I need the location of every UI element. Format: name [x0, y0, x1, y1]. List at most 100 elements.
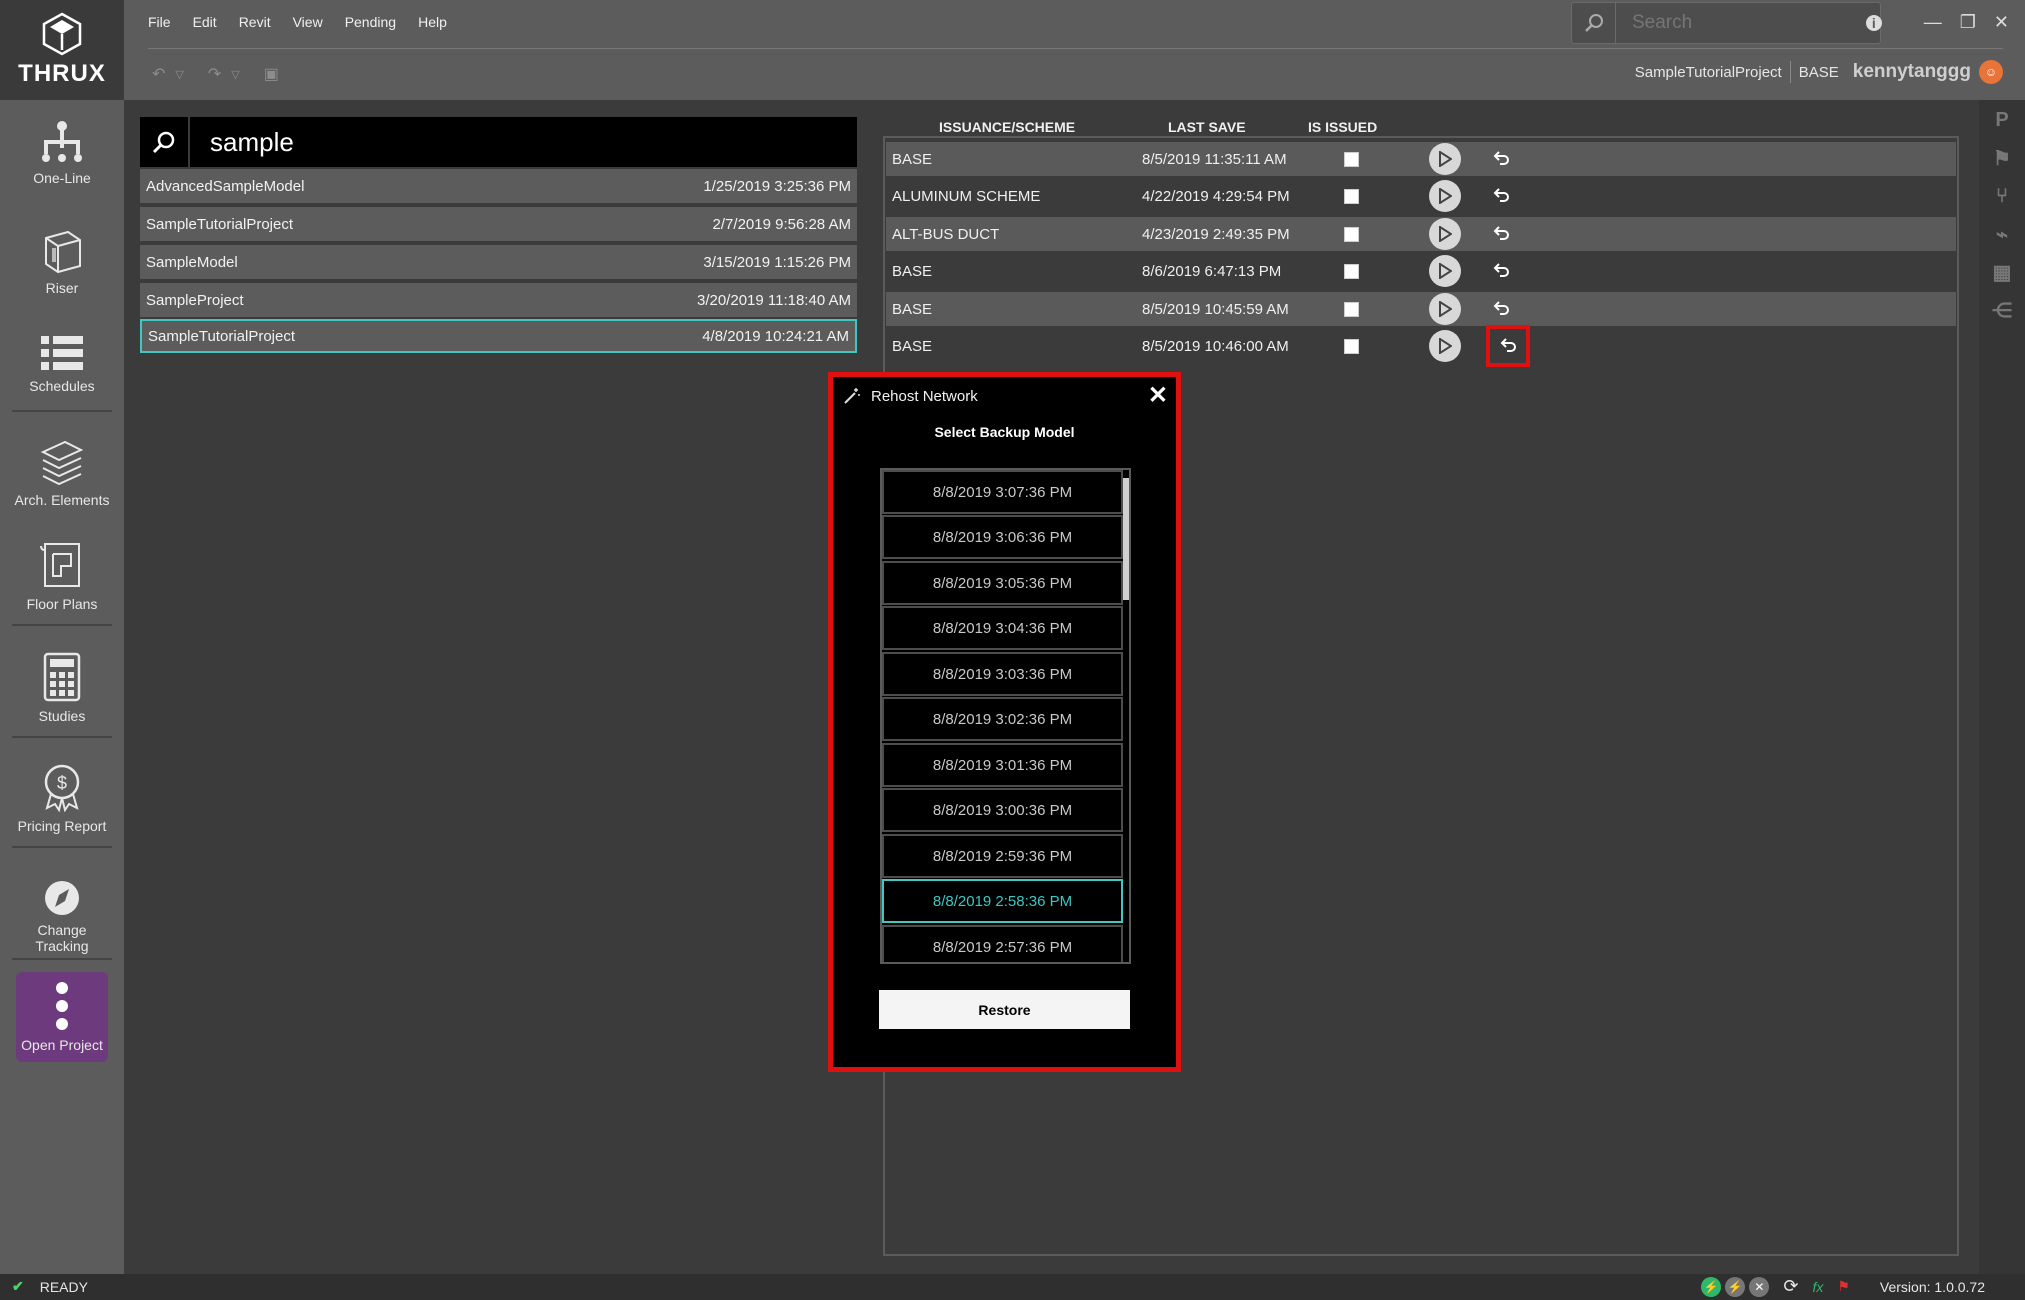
nav-change-tracking[interactable]: Change Tracking — [0, 880, 124, 954]
play-icon[interactable] — [1429, 143, 1461, 175]
close-window-icon[interactable]: ✕ — [1994, 12, 2009, 33]
restore-backup-icon[interactable] — [1490, 185, 1512, 207]
share-icon[interactable]: ⋲ — [1990, 298, 2014, 322]
issuance-row[interactable]: ALT-BUS DUCT 4/23/2019 2:49:35 PM — [886, 217, 1956, 251]
minimize-icon[interactable]: — — [1924, 12, 1942, 33]
more-vertical-icon — [56, 982, 68, 1030]
nav-floor-plans[interactable]: Floor Plans — [0, 540, 124, 612]
restore-button[interactable]: Restore — [879, 990, 1130, 1029]
backup-item[interactable]: 8/8/2019 3:04:36 PM — [882, 606, 1123, 650]
no-signal-icon[interactable]: ⌁ — [1990, 222, 2014, 246]
nav-one-line[interactable]: One-Line — [0, 120, 124, 186]
nav-pricing-report[interactable]: $ Pricing Report — [0, 762, 124, 834]
grid-icon[interactable]: ▦ — [1990, 260, 2014, 284]
disconnect-icon[interactable]: ✕ — [1749, 1276, 1770, 1297]
restore-backup-icon[interactable] — [1490, 260, 1512, 282]
project-result-row[interactable]: SampleTutorialProject 2/7/2019 9:56:28 A… — [140, 207, 857, 241]
search-input[interactable] — [1616, 12, 1866, 34]
save-icon[interactable]: ▣ — [264, 64, 279, 84]
p-icon[interactable]: P — [1990, 108, 2014, 132]
backup-list-scrollbar[interactable] — [1123, 478, 1129, 600]
menu-view[interactable]: View — [293, 14, 323, 30]
sidebar-divider — [12, 410, 112, 412]
header-last-save[interactable]: LAST SAVE — [1168, 119, 1246, 135]
nav-label: Change Tracking — [35, 922, 89, 954]
scheme-name: BASE — [892, 337, 933, 355]
username[interactable]: kennytanggg — [1853, 61, 1971, 83]
sync-icon[interactable]: ⟳ — [1783, 1276, 1798, 1297]
lightning-on-icon[interactable]: ⚡ — [1701, 1276, 1722, 1297]
nav-arch-elements[interactable]: Arch. Elements — [0, 438, 124, 508]
is-issued-checkbox[interactable] — [1344, 151, 1359, 167]
backup-item[interactable]: 8/8/2019 3:05:36 PM — [882, 561, 1123, 605]
project-result-row[interactable]: SampleProject 3/20/2019 11:18:40 AM — [140, 283, 857, 317]
project-result-row[interactable]: AdvancedSampleModel 1/25/2019 3:25:36 PM — [140, 169, 857, 203]
lightning-off-icon[interactable]: ⚡ — [1725, 1276, 1746, 1297]
restore-backup-icon[interactable] — [1490, 148, 1512, 170]
undo-dropdown-icon[interactable]: ▽ — [175, 68, 183, 84]
is-issued-checkbox[interactable] — [1344, 338, 1359, 354]
menu-file[interactable]: File — [148, 14, 171, 30]
restore-backup-icon[interactable] — [1490, 223, 1512, 245]
is-issued-checkbox[interactable] — [1344, 263, 1359, 279]
branch-icon[interactable]: ⑂ — [1990, 184, 2014, 208]
project-name: SampleTutorialProject — [146, 215, 294, 233]
user-avatar-icon[interactable]: ☺ — [1979, 60, 2003, 84]
project-info-divider — [1789, 61, 1791, 83]
undo-icon[interactable]: ↶ — [152, 64, 165, 84]
formula-icon[interactable]: fx — [1812, 1279, 1823, 1295]
backup-item[interactable]: 8/8/2019 3:01:36 PM — [882, 743, 1123, 787]
info-icon[interactable]: i — [1865, 14, 1882, 31]
nav-studies[interactable]: Studies — [0, 652, 124, 724]
play-icon[interactable] — [1429, 293, 1461, 325]
nav-open-project[interactable]: Open Project — [16, 972, 108, 1062]
is-issued-checkbox[interactable] — [1344, 188, 1359, 204]
floor-plan-icon — [40, 543, 80, 587]
nav-label: Studies — [38, 708, 86, 724]
backup-item-selected[interactable]: 8/8/2019 2:58:36 PM — [882, 879, 1123, 923]
backup-item[interactable]: 8/8/2019 2:57:36 PM — [882, 925, 1123, 962]
nav-schedules[interactable]: Schedules — [0, 334, 124, 394]
nav-riser[interactable]: Riser — [0, 226, 124, 296]
project-date: 3/15/2019 1:15:26 PM — [703, 253, 851, 271]
redo-dropdown-icon[interactable]: ▽ — [231, 68, 239, 84]
global-search[interactable] — [1571, 2, 1881, 44]
play-icon[interactable] — [1429, 180, 1461, 212]
backup-item[interactable]: 8/8/2019 3:03:36 PM — [882, 652, 1123, 696]
project-search-bar[interactable]: sample — [140, 117, 857, 167]
play-icon[interactable] — [1429, 218, 1461, 250]
backup-model-list[interactable]: 8/8/2019 3:07:36 PM 8/8/2019 3:06:36 PM … — [880, 468, 1131, 964]
redo-icon[interactable]: ↷ — [208, 64, 221, 84]
issuance-row[interactable]: ALUMINUM SCHEME 4/22/2019 4:29:54 PM — [886, 179, 1956, 213]
maximize-icon[interactable]: ❐ — [1960, 12, 1976, 33]
is-issued-checkbox[interactable] — [1344, 301, 1359, 317]
issuance-row[interactable]: BASE 8/5/2019 10:46:00 AM — [886, 325, 1956, 367]
close-icon[interactable]: ✕ — [1148, 381, 1168, 410]
play-icon[interactable] — [1429, 255, 1461, 287]
backup-item[interactable]: 8/8/2019 3:06:36 PM — [882, 515, 1123, 559]
project-result-row[interactable]: SampleModel 3/15/2019 1:15:26 PM — [140, 245, 857, 279]
header-scheme[interactable]: ISSUANCE/SCHEME — [939, 119, 1075, 135]
backup-item[interactable]: 8/8/2019 2:59:36 PM — [882, 834, 1123, 878]
flag-icon[interactable]: ⚑ — [1837, 1278, 1850, 1295]
project-search-query[interactable]: sample — [190, 127, 294, 158]
is-issued-checkbox[interactable] — [1344, 226, 1359, 242]
riser-cube-icon — [45, 230, 81, 274]
menu-edit[interactable]: Edit — [193, 14, 217, 30]
backup-item[interactable]: 8/8/2019 3:02:36 PM — [882, 697, 1123, 741]
project-result-row-selected[interactable]: SampleTutorialProject 4/8/2019 10:24:21 … — [140, 319, 857, 353]
backup-item[interactable]: 8/8/2019 3:07:36 PM — [882, 470, 1123, 514]
menu-revit[interactable]: Revit — [239, 14, 271, 30]
issuance-row[interactable]: BASE 8/5/2019 11:35:11 AM — [886, 142, 1956, 176]
restore-backup-icon[interactable] — [1490, 298, 1512, 320]
flag-icon[interactable]: ⚑ — [1990, 146, 2014, 170]
issuance-row[interactable]: BASE 8/6/2019 6:47:13 PM — [886, 254, 1956, 288]
last-save: 8/5/2019 10:46:00 AM — [1142, 337, 1289, 355]
header-is-issued[interactable]: IS ISSUED — [1308, 119, 1377, 135]
play-icon[interactable] — [1429, 330, 1461, 362]
backup-item[interactable]: 8/8/2019 3:00:36 PM — [882, 788, 1123, 832]
menu-help[interactable]: Help — [418, 14, 447, 30]
restore-backup-icon-highlighted[interactable] — [1486, 325, 1530, 367]
issuance-row[interactable]: BASE 8/5/2019 10:45:59 AM — [886, 292, 1956, 326]
menu-pending[interactable]: Pending — [345, 14, 396, 30]
